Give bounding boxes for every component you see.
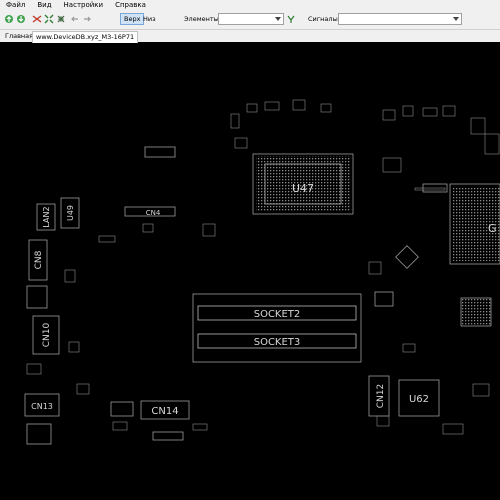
component [76,383,90,395]
toolbar: Верх Низ Элементы: Сигналы: [0,11,500,30]
component [376,415,390,427]
elements-combo[interactable] [218,13,284,25]
part-right-pins [461,298,491,326]
menu-settings[interactable]: Настройки [58,0,110,11]
u47-label: U47 [292,182,314,195]
menu-view[interactable]: Вид [31,0,57,11]
cn4-label: CN4 [146,209,161,217]
lan2-label: LAN2 [42,206,51,227]
component [320,103,332,113]
tab-board-file[interactable]: www.DeviceDB.xyz_M3-16P71 [32,31,139,43]
component [68,341,80,353]
part-mid-right-outline [374,291,394,307]
part-near-cn14-outline [110,401,134,417]
component [422,107,438,117]
u62-label: U62 [409,394,429,405]
part-diamond-outline [395,245,419,269]
component [402,343,416,353]
component [402,105,414,117]
cn12-label: CN12 [376,384,386,408]
component [442,423,464,435]
component [382,157,402,173]
flip-icon[interactable] [32,14,42,24]
open-icon[interactable] [4,14,14,24]
socket3-label: SOCKET3 [254,337,301,348]
board-drawing: U47 SOCKET2 SOCKET3 CN4 LAN2 U49 CN8 CN1… [24,99,500,445]
signals-combo[interactable] [338,13,462,25]
component [414,187,446,191]
menu-file[interactable]: Файл [0,0,31,11]
component [64,269,76,283]
component [192,423,208,431]
component [292,99,306,111]
zoom-fit-icon[interactable] [44,14,54,24]
socket2-label: SOCKET2 [254,309,301,320]
search-elements-icon[interactable] [286,14,296,24]
component [246,103,258,113]
component [368,261,382,275]
cn14-label: CN14 [151,406,178,417]
menu-bar: Файл Вид Настройки Справка [0,0,500,11]
gpu-label-partial: G [488,222,497,235]
component [98,235,116,243]
tab-bar: Главная www.DeviceDB.xyz_M3-16P71 [0,30,500,43]
small-part-outline [26,423,52,445]
component [470,117,486,135]
chevron-down-icon [275,17,281,21]
cn13-label: CN13 [31,402,53,411]
component [234,137,248,149]
component [112,421,128,431]
tab-home[interactable]: Главная [2,30,36,42]
rotate-icon[interactable] [56,14,66,24]
board-canvas[interactable]: U47 SOCKET2 SOCKET3 CN4 LAN2 U49 CN8 CN1… [3,44,500,500]
component [484,133,500,155]
u49-label: U49 [66,205,75,221]
chevron-down-icon [453,17,459,21]
component [142,223,154,233]
forward-icon[interactable] [82,14,92,24]
part-top-left-outline [144,146,176,158]
socket-area-outline [192,293,362,363]
component [472,383,490,397]
back-icon[interactable] [70,14,80,24]
component [202,223,216,237]
component [442,105,456,117]
cn10-label: CN10 [42,322,52,347]
save-icon[interactable] [16,14,26,24]
menu-help[interactable]: Справка [109,0,152,11]
cn8-label: CN8 [34,250,44,269]
bottom-side-button[interactable]: Низ [140,13,159,25]
u60-outline [152,431,184,441]
signals-label: Сигналы: [308,15,340,23]
cn-small-outline [26,285,48,309]
component [26,363,42,375]
component [230,113,240,129]
component [382,109,396,121]
elements-label: Элементы: [184,15,221,23]
component [264,101,280,111]
